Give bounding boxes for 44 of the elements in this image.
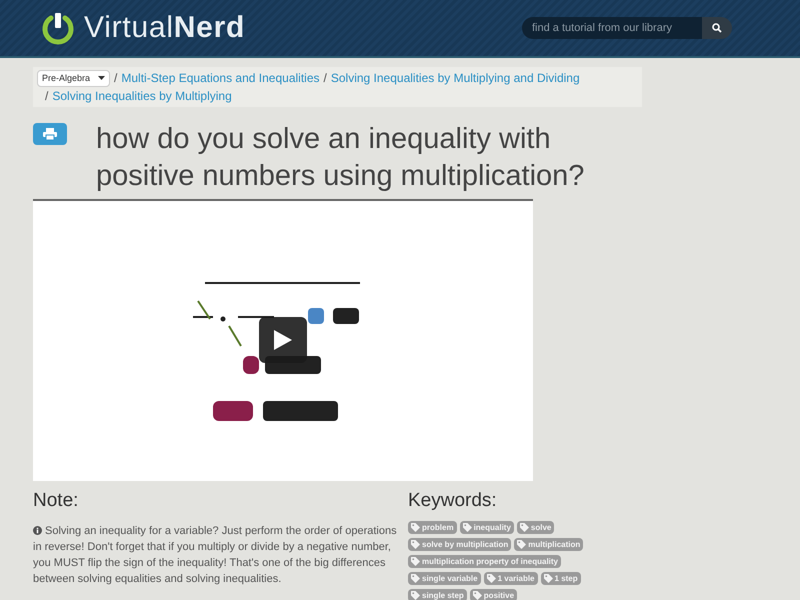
keyword-tag[interactable]: 1 step xyxy=(540,572,581,585)
keyword-tag[interactable]: multiplication property of inequality xyxy=(408,555,562,568)
keyword-tag[interactable]: 1 variable xyxy=(484,572,538,585)
breadcrumb-link[interactable]: Multi-Step Equations and Inequalities xyxy=(121,69,320,87)
breadcrumb-link[interactable]: Solving Inequalities by Multiplying xyxy=(52,87,232,105)
tag-icon xyxy=(462,523,472,532)
play-icon xyxy=(274,330,292,350)
keyword-tag[interactable]: multiplication xyxy=(514,538,584,551)
breadcrumb-link[interactable]: Solving Inequalities by Multiplying and Dividing xyxy=(330,69,580,87)
keyword-tag[interactable]: solve xyxy=(516,521,554,534)
print-icon xyxy=(43,128,57,140)
note-text: Solving an inequality for a variable? Just perform the order of operations in reverse! Don't forget that if you multiply or divide by a negative number, you MUST flip the sign of the inequality! That's one of the big differences between solving equalities and solving inequalities. xyxy=(33,524,398,587)
keyword-tag[interactable]: positive xyxy=(470,589,518,600)
keyword-tag[interactable]: single step xyxy=(408,589,467,600)
keyword-tag[interactable]: single variable xyxy=(408,572,481,585)
tag-icon xyxy=(411,523,420,532)
page-title: how do you solve an inequality with positive numbers using multiplication? xyxy=(96,122,586,194)
play-button[interactable] xyxy=(259,317,307,363)
tag-icon xyxy=(411,540,420,549)
tag-icon xyxy=(411,574,420,583)
logo-text[interactable]: VirtualNerd xyxy=(84,13,246,43)
keyword-tag[interactable]: inequality xyxy=(460,521,514,534)
tag-icon xyxy=(411,591,420,600)
tag-icon xyxy=(544,574,553,583)
power-logo-icon xyxy=(40,10,76,46)
search-field[interactable]: find a tutorial from our library xyxy=(522,17,702,39)
print-button[interactable] xyxy=(33,123,67,145)
subject-dropdown[interactable]: Pre-Algebra xyxy=(37,70,110,86)
breadcrumb-separator: / xyxy=(45,88,48,105)
search-icon xyxy=(712,23,722,33)
breadcrumb-separator: / xyxy=(324,70,327,87)
info-icon xyxy=(33,526,42,535)
breadcrumb-separator: / xyxy=(114,70,118,87)
keyword-tag[interactable]: problem xyxy=(408,521,457,534)
keyword-tag[interactable]: solve by multiplication xyxy=(408,538,512,551)
tag-icon xyxy=(472,591,482,600)
search-button[interactable] xyxy=(702,17,732,39)
tag-icon xyxy=(517,540,526,549)
note-heading: Note: xyxy=(33,489,80,513)
tag-icon xyxy=(411,557,420,566)
caret-icon xyxy=(98,76,106,80)
keywords-heading: Keywords: xyxy=(408,489,498,513)
tag-icon xyxy=(486,574,496,583)
tag-icon xyxy=(520,523,529,532)
